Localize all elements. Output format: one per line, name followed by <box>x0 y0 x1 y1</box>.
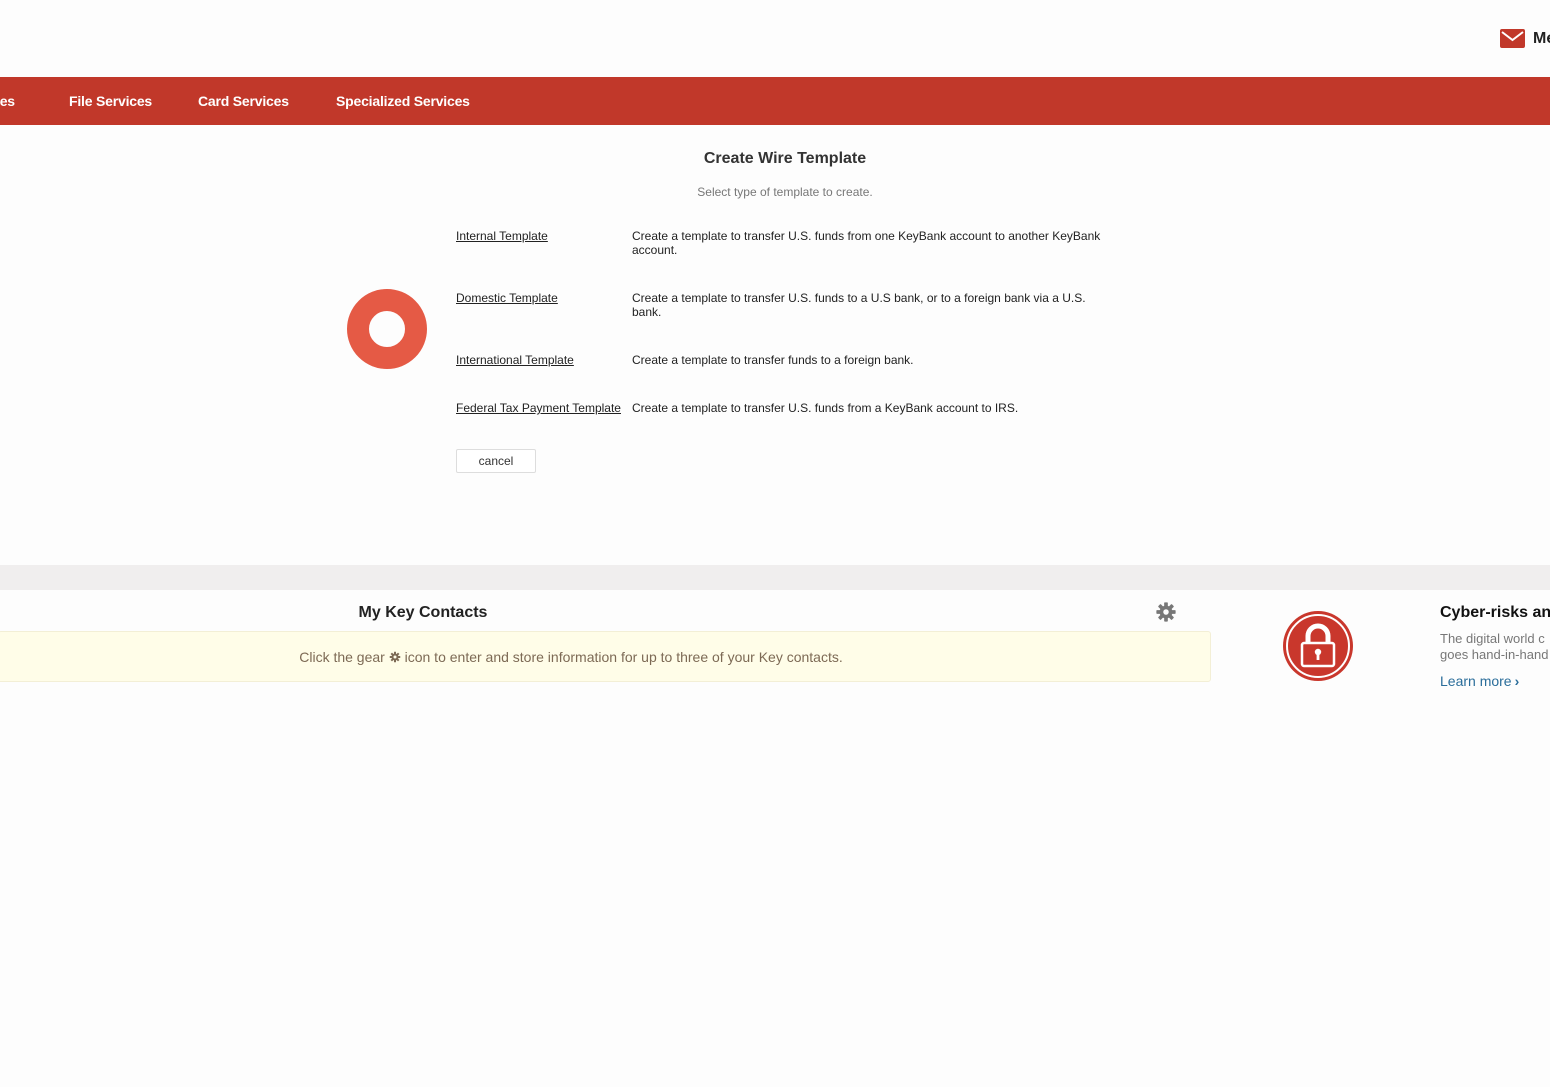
lock-icon <box>1283 611 1353 681</box>
domestic-template-link[interactable]: Domestic Template <box>456 291 558 305</box>
section-divider <box>0 565 1550 590</box>
page-subtitle: Select type of template to create. <box>697 185 873 199</box>
messages-link[interactable]: Me <box>1500 29 1550 48</box>
nav-item-card-services[interactable]: Card Services <box>198 77 289 125</box>
loading-spinner-icon <box>347 289 427 369</box>
federal-tax-template-description: Create a template to transfer U.S. funds… <box>632 401 1019 415</box>
key-contacts-message-start: Click the gear <box>299 649 385 665</box>
promo-body-line-2: goes hand-in-hand <box>1440 647 1549 662</box>
messages-label: Me <box>1533 29 1550 47</box>
top-bar: Me <box>0 0 1550 77</box>
promo-body: The digital world c goes hand-in-hand <box>1440 631 1548 663</box>
gear-icon[interactable] <box>1155 601 1177 623</box>
learn-more-label: Learn more <box>1440 673 1512 689</box>
key-contacts-title: My Key Contacts <box>358 604 488 621</box>
federal-tax-template-link[interactable]: Federal Tax Payment Template <box>456 401 621 415</box>
key-contacts-message-end: icon to enter and store information for … <box>404 649 843 665</box>
domestic-template-description: Create a template to transfer U.S. funds… <box>632 291 1086 319</box>
learn-more-link[interactable]: Learn more › <box>1440 673 1519 689</box>
main-nav: les File Services Card Services Speciali… <box>0 77 1550 125</box>
chevron-right-icon: › <box>1514 673 1520 689</box>
international-template-link[interactable]: International Template <box>456 353 574 367</box>
key-contacts-message: Click the gear icon to enter and store i… <box>0 649 1142 665</box>
nav-item-specialized-services[interactable]: Specialized Services <box>336 77 470 125</box>
page-title: Create Wire Template <box>703 150 867 167</box>
internal-template-description: Create a template to transfer U.S. funds… <box>632 229 1101 257</box>
nav-item-file-services[interactable]: File Services <box>69 77 152 125</box>
promo-body-line-1: The digital world c <box>1440 631 1545 646</box>
promo-title: Cyber-risks an <box>1440 604 1550 621</box>
internal-template-link[interactable]: Internal Template <box>456 229 548 243</box>
nav-item-partial[interactable]: les <box>0 77 15 125</box>
envelope-icon <box>1500 29 1525 48</box>
cancel-button[interactable]: cancel <box>456 449 536 473</box>
international-template-description: Create a template to transfer funds to a… <box>632 353 914 367</box>
inline-gear-icon <box>389 651 400 663</box>
